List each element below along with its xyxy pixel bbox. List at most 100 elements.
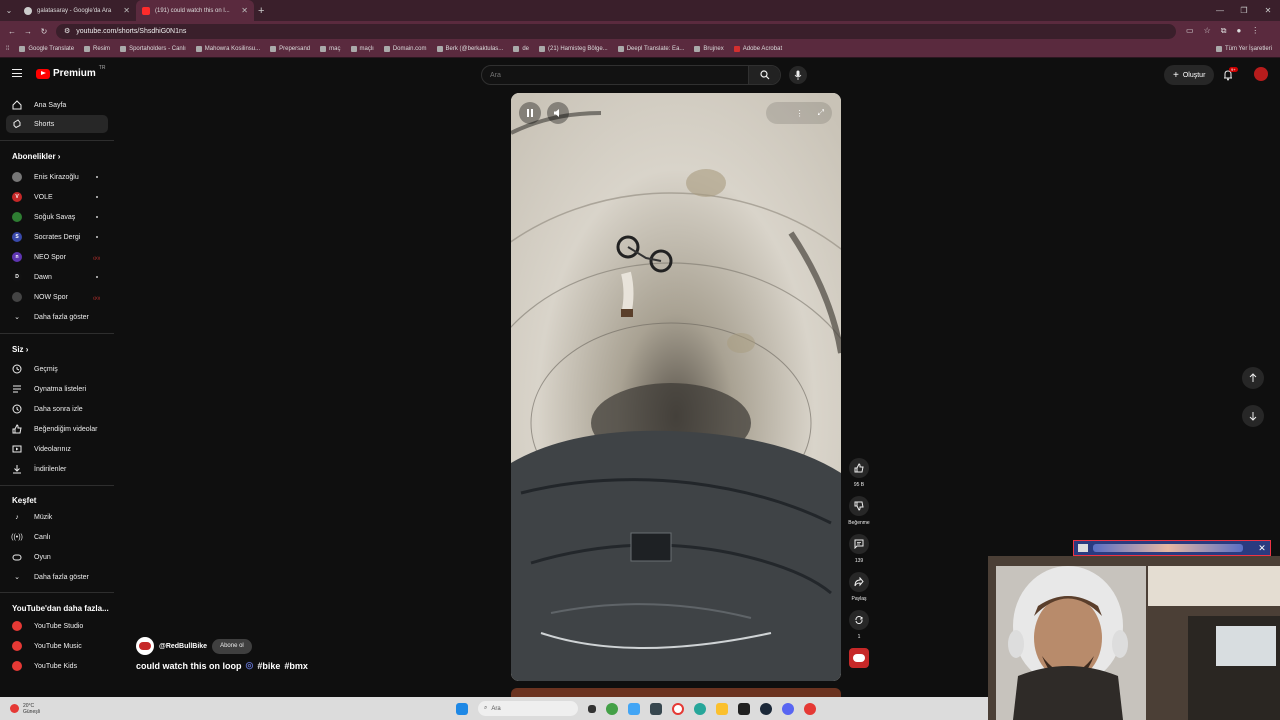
task-view-icon[interactable] (588, 704, 596, 713)
subscription-item[interactable]: V VOLE (6, 188, 108, 206)
steam-icon[interactable] (760, 702, 772, 715)
sidebar-item-gaming[interactable]: Oyun (6, 548, 108, 566)
channel-avatar[interactable] (136, 637, 154, 655)
comments-button[interactable] (849, 534, 869, 554)
sidebar-item-downloads[interactable]: İndirilenler (6, 460, 108, 478)
subscription-item[interactable]: D Dawn (6, 268, 108, 286)
sidebar-item-watch-later[interactable]: Daha sonra izle (6, 400, 108, 418)
sidebar-item-your-videos[interactable]: Videolarınız (6, 440, 108, 458)
bookmark[interactable]: Domain.com (383, 46, 427, 52)
youtube-premium-logo[interactable]: Premium TR (36, 65, 105, 79)
chrome-alt-icon[interactable] (804, 702, 816, 715)
apps-icon[interactable]: ⁞⁞ (6, 46, 9, 52)
close-window-icon[interactable]: ✕ (1256, 0, 1280, 21)
next-short-button[interactable] (1242, 405, 1264, 427)
opera-icon[interactable] (672, 702, 684, 715)
voice-search-button[interactable] (789, 66, 807, 84)
all-bookmarks[interactable]: Tüm Yer İşaretleri (1215, 46, 1272, 52)
address-bar[interactable]: ⚙ youtube.com/shorts/ShsdhiG0N1ns (56, 23, 1176, 39)
fullscreen-icon[interactable]: ⤢ (818, 108, 824, 118)
bookmark[interactable]: Brujnex (694, 46, 724, 52)
subscriptions-heading[interactable]: Abonelikler › (12, 152, 60, 161)
short-video-player[interactable]: ⋮ ⤢ (511, 93, 841, 681)
bookmark-star-icon[interactable]: ☆ (1204, 26, 1211, 36)
calculator-icon[interactable] (650, 702, 662, 715)
show-more-subscriptions[interactable]: ⌄ Daha fazla göster (6, 308, 108, 326)
weather-widget[interactable]: 20°C Güneşli (10, 703, 40, 715)
subscription-item[interactable]: S Socrates Dergi (6, 228, 108, 246)
sound-thumbnail[interactable] (849, 648, 869, 668)
bookmark[interactable]: Google Translate (19, 46, 74, 52)
pause-button[interactable] (519, 102, 541, 124)
sidebar-item-music[interactable]: ♪ Müzik (6, 508, 108, 526)
minimize-icon[interactable]: — (1208, 0, 1232, 21)
site-info-icon[interactable]: ⚙ (64, 27, 70, 35)
share-button[interactable] (849, 572, 869, 592)
sidebar-item-playlists[interactable]: Oynatma listeleri (6, 380, 108, 398)
dislike-button[interactable] (849, 496, 869, 516)
back-icon[interactable]: ← (4, 27, 20, 36)
bookmark[interactable]: maçlı (350, 46, 374, 52)
subscribe-button[interactable]: Abone ol (212, 638, 252, 654)
maximize-icon[interactable]: ❐ (1232, 0, 1256, 21)
file-explorer-icon[interactable] (716, 702, 728, 715)
sidebar-item-home[interactable]: Ana Sayfa (6, 96, 108, 114)
close-icon[interactable]: ✕ (1256, 542, 1268, 554)
new-tab-icon[interactable]: + (258, 5, 264, 17)
bookmark[interactable]: Sportaholders - Canlı (120, 46, 186, 52)
subscription-item[interactable]: Enis Kirazoğlu (6, 168, 108, 186)
sidebar-item-history[interactable]: Geçmiş (6, 360, 108, 378)
sidebar-item-youtube-kids[interactable]: YouTube Kids (6, 657, 108, 675)
you-heading[interactable]: Siz › (12, 345, 28, 354)
bookmark[interactable]: maç (320, 46, 341, 52)
bookmark[interactable]: (21) Hamisteg Bölge... (539, 46, 608, 52)
sidebar-item-youtube-studio[interactable]: YouTube Studio (6, 617, 108, 635)
bookmark[interactable]: Deepl Translate: Ea... (617, 46, 684, 52)
hamburger-menu-icon[interactable] (12, 69, 22, 77)
channel-handle[interactable]: @RedBullBike (159, 643, 207, 650)
edge-icon[interactable] (694, 702, 706, 715)
bookmark[interactable]: Adobe Acrobat (733, 46, 782, 52)
discord-icon[interactable] (782, 702, 794, 715)
profile-icon[interactable]: ● (1236, 26, 1241, 36)
bookmark[interactable]: Resim (84, 46, 110, 52)
sidebar-item-liked-videos[interactable]: Beğendiğim videolar (6, 420, 108, 438)
hashtag-link[interactable]: #bike (257, 661, 280, 671)
windows-start-icon[interactable] (456, 702, 468, 715)
subscription-item[interactable]: NOW Spor ((•)) (6, 288, 108, 306)
sidebar-item-live[interactable]: ((•)) Canlı (6, 528, 108, 546)
more-options-icon[interactable]: ⋮ (796, 109, 804, 118)
browser-tab[interactable]: galatasaray - Google'da Ara ✕ (18, 0, 136, 21)
subscription-item[interactable]: Soğuk Savaş (6, 208, 108, 226)
forward-icon[interactable]: → (20, 27, 36, 36)
menu-icon[interactable]: ⋮ (1251, 26, 1259, 36)
browser-tab-active[interactable]: (191) could watch this on l... ✕ (136, 0, 254, 21)
subscription-item[interactable]: n NEO Spor ((•)) (6, 248, 108, 266)
hashtag-link[interactable]: #bmx (284, 661, 308, 671)
bookmark[interactable]: Mahowra Kosilinsu... (195, 46, 260, 52)
account-avatar[interactable] (1254, 67, 1268, 81)
bookmark[interactable]: Berk (@berkaktulas... (436, 46, 503, 52)
taskbar-search[interactable]: ⌕ Ara (478, 701, 578, 716)
cast-icon[interactable]: ▭ (1186, 26, 1194, 36)
photos-icon[interactable] (628, 702, 640, 715)
previous-short-button[interactable] (1242, 367, 1264, 389)
show-more-explore[interactable]: ⌄ Daha fazla göster (6, 568, 108, 586)
create-button[interactable]: + Oluştur (1164, 65, 1215, 85)
search-input[interactable] (482, 66, 748, 84)
close-tab-icon[interactable]: ✕ (123, 6, 130, 15)
tab-list-button[interactable]: ⌄ (0, 6, 18, 15)
close-tab-icon[interactable]: ✕ (241, 6, 248, 15)
chrome-icon[interactable] (606, 702, 618, 715)
terminal-icon[interactable] (738, 702, 750, 715)
sidebar-item-youtube-music[interactable]: YouTube Music (6, 637, 108, 655)
extensions-icon[interactable]: ⧉ (1221, 26, 1227, 36)
reload-icon[interactable]: ↻ (36, 27, 52, 36)
sidebar-item-shorts[interactable]: Shorts (6, 115, 108, 133)
volume-button[interactable] (547, 102, 569, 124)
like-button[interactable] (849, 458, 869, 478)
bookmark[interactable]: Prepersand (270, 46, 310, 52)
bookmark[interactable]: de (513, 46, 529, 52)
search-button[interactable] (748, 66, 780, 84)
remix-button[interactable] (849, 610, 869, 630)
